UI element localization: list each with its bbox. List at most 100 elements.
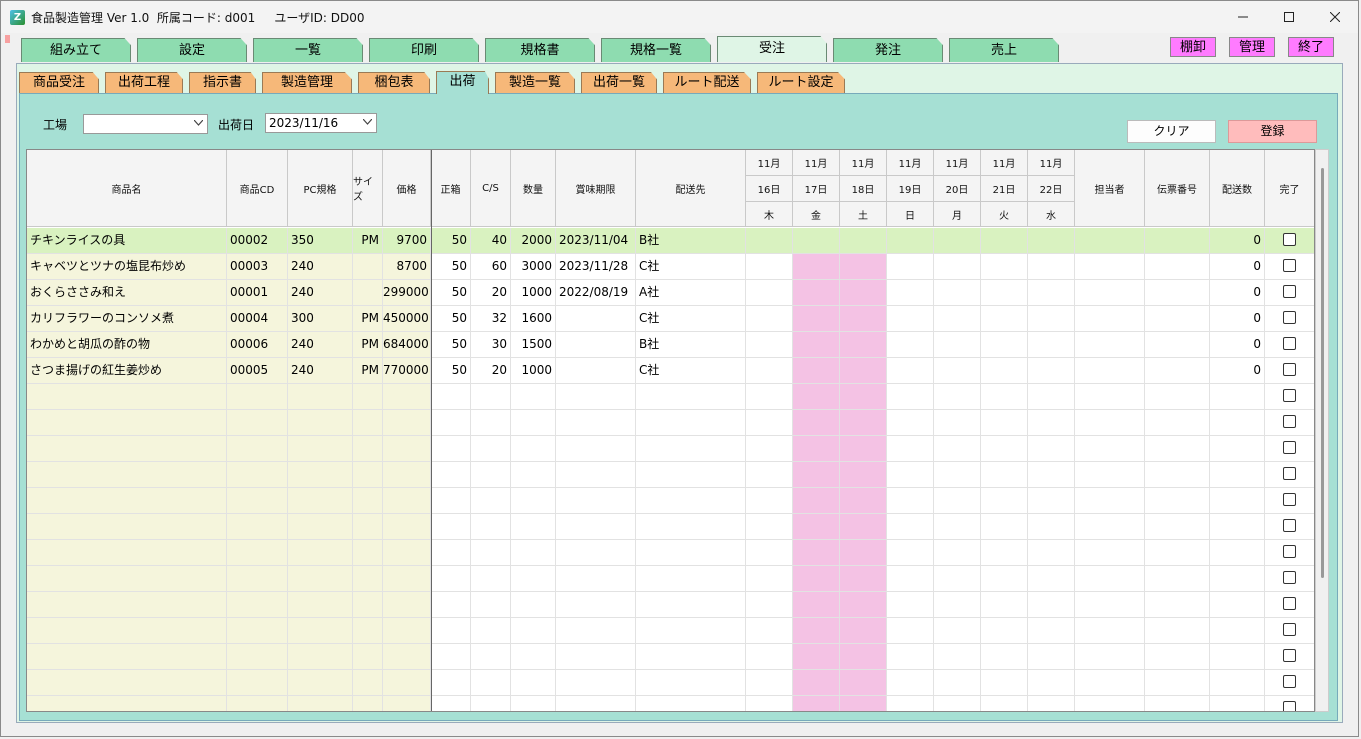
sub-tab-8[interactable]: ルート配送 — [663, 72, 751, 93]
cell-day[interactable] — [840, 618, 887, 644]
cell-size[interactable] — [353, 410, 383, 436]
cell-day[interactable] — [1028, 436, 1075, 462]
factory-select[interactable] — [83, 114, 208, 134]
cell-day[interactable] — [887, 332, 934, 358]
done-checkbox[interactable] — [1283, 441, 1296, 454]
cell-day[interactable] — [934, 592, 981, 618]
maximize-icon[interactable] — [1266, 1, 1312, 33]
cell-day[interactable] — [981, 384, 1028, 410]
cell-expiry[interactable] — [556, 540, 636, 566]
cell-name[interactable] — [27, 436, 227, 462]
sub-tab-1[interactable]: 出荷工程 — [105, 72, 183, 93]
cell-cs[interactable]: 20 — [471, 280, 511, 306]
cell-dest[interactable] — [636, 384, 746, 410]
table-row[interactable] — [27, 410, 1314, 436]
cell-person[interactable] — [1075, 410, 1145, 436]
cell-day[interactable] — [887, 280, 934, 306]
cell-day[interactable] — [934, 462, 981, 488]
cell-size[interactable] — [353, 566, 383, 592]
cell-name[interactable]: カリフラワーのコンソメ煮 — [27, 306, 227, 332]
cell-day[interactable] — [887, 488, 934, 514]
cell-code[interactable] — [227, 514, 288, 540]
cell-slip[interactable] — [1145, 670, 1210, 696]
cell-person[interactable] — [1075, 696, 1145, 711]
cell-day[interactable] — [1028, 488, 1075, 514]
cell-person[interactable] — [1075, 566, 1145, 592]
cell-day[interactable] — [1028, 358, 1075, 384]
cell-expiry[interactable] — [556, 670, 636, 696]
cell-expiry[interactable] — [556, 488, 636, 514]
cell-day[interactable] — [934, 488, 981, 514]
cell-person[interactable] — [1075, 592, 1145, 618]
cell-day[interactable] — [934, 254, 981, 280]
cell-slip[interactable] — [1145, 410, 1210, 436]
cell-day[interactable] — [746, 410, 793, 436]
cell-day[interactable] — [840, 384, 887, 410]
cell-price[interactable]: 450000 — [383, 306, 431, 332]
cell-cs[interactable] — [471, 670, 511, 696]
cell-day[interactable] — [746, 644, 793, 670]
cell-day[interactable] — [981, 540, 1028, 566]
cell-person[interactable] — [1075, 540, 1145, 566]
cell-cs[interactable]: 40 — [471, 228, 511, 254]
cell-day[interactable] — [887, 514, 934, 540]
cell-day[interactable] — [934, 566, 981, 592]
cell-pc[interactable] — [288, 566, 353, 592]
table-row[interactable] — [27, 592, 1314, 618]
cell-slip[interactable] — [1145, 228, 1210, 254]
cell-box[interactable]: 50 — [431, 332, 471, 358]
cell-dest[interactable] — [636, 462, 746, 488]
cell-day[interactable] — [840, 332, 887, 358]
cell-price[interactable] — [383, 566, 431, 592]
cell-size[interactable] — [353, 384, 383, 410]
cell-name[interactable] — [27, 540, 227, 566]
cell-day[interactable] — [746, 696, 793, 711]
cell-day[interactable] — [793, 462, 840, 488]
cell-shipcount[interactable] — [1210, 644, 1265, 670]
cell-pc[interactable] — [288, 410, 353, 436]
table-row[interactable] — [27, 514, 1314, 540]
done-checkbox[interactable] — [1283, 519, 1296, 532]
cell-day[interactable] — [793, 280, 840, 306]
cell-expiry[interactable] — [556, 514, 636, 540]
cell-day[interactable] — [981, 436, 1028, 462]
cell-day[interactable] — [1028, 644, 1075, 670]
cell-size[interactable] — [353, 618, 383, 644]
cell-shipcount[interactable] — [1210, 696, 1265, 711]
cell-day[interactable] — [746, 618, 793, 644]
cell-day[interactable] — [934, 332, 981, 358]
cell-code[interactable]: 00004 — [227, 306, 288, 332]
cell-day[interactable] — [1028, 670, 1075, 696]
cell-expiry[interactable] — [556, 358, 636, 384]
table-row[interactable]: わかめと胡瓜の酢の物 00006 240 PM 684000 50 30 1500 B社 0 — [27, 332, 1314, 358]
cell-code[interactable]: 00006 — [227, 332, 288, 358]
cell-code[interactable] — [227, 410, 288, 436]
cell-day[interactable] — [793, 254, 840, 280]
cell-day[interactable] — [934, 644, 981, 670]
cell-day[interactable] — [840, 306, 887, 332]
cell-day[interactable] — [840, 644, 887, 670]
cell-cs[interactable]: 32 — [471, 306, 511, 332]
cell-day[interactable] — [746, 306, 793, 332]
cell-dest[interactable]: A社 — [636, 280, 746, 306]
cell-expiry[interactable] — [556, 384, 636, 410]
cell-day[interactable] — [746, 254, 793, 280]
cell-person[interactable] — [1075, 254, 1145, 280]
cell-day[interactable] — [887, 670, 934, 696]
cell-code[interactable] — [227, 540, 288, 566]
table-row[interactable] — [27, 696, 1314, 711]
cell-qty[interactable] — [511, 644, 556, 670]
cell-pc[interactable] — [288, 618, 353, 644]
cell-day[interactable] — [981, 488, 1028, 514]
cell-name[interactable] — [27, 514, 227, 540]
cell-size[interactable] — [353, 280, 383, 306]
cell-cs[interactable] — [471, 384, 511, 410]
cell-shipcount[interactable]: 0 — [1210, 228, 1265, 254]
cell-day[interactable] — [1028, 306, 1075, 332]
cell-day[interactable] — [981, 566, 1028, 592]
done-checkbox[interactable] — [1283, 701, 1296, 711]
cell-day[interactable] — [840, 228, 887, 254]
cell-price[interactable] — [383, 592, 431, 618]
cell-day[interactable] — [793, 696, 840, 711]
cell-qty[interactable]: 1500 — [511, 332, 556, 358]
